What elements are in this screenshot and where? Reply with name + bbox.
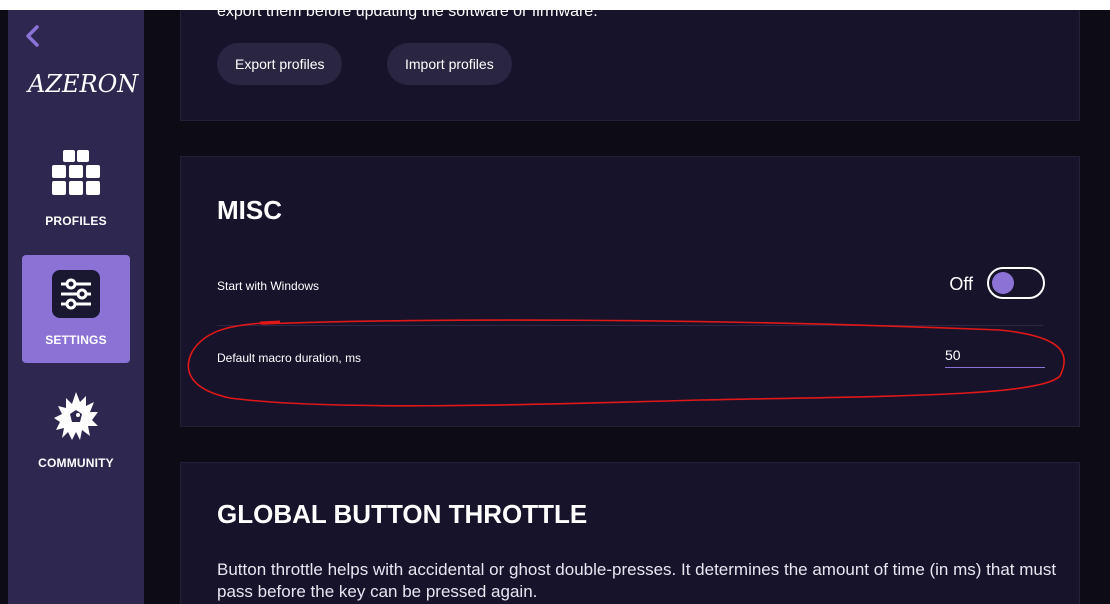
sidebar-item-profiles[interactable]: PROFILES [22,140,130,240]
import-profiles-button[interactable]: Import profiles [387,43,512,85]
grid-icon [52,150,100,195]
sidebar: AZERON PROFILES SETTINGS COMMUNITY [8,10,144,604]
profiles-backup-panel: export them before updating the software… [180,10,1080,121]
azeron-logo: AZERON [28,70,139,98]
macro-duration-input[interactable] [945,343,1045,368]
toggle-state-text: Off [949,274,973,294]
throttle-panel: GLOBAL BUTTON THROTTLE Button throttle h… [180,462,1080,604]
start-with-windows-toggle[interactable] [987,267,1045,299]
sidebar-item-label: PROFILES [45,214,107,228]
sidebar-item-label: COMMUNITY [38,456,114,470]
misc-panel: MISC Start with Windows Off Default macr… [180,156,1080,427]
app-window: AZERON PROFILES SETTINGS COMMUNITY expor… [0,10,1110,604]
throttle-description: Button throttle helps with accidental or… [217,560,1057,601]
sidebar-item-community[interactable]: COMMUNITY [22,382,130,482]
start-with-windows-label: Start with Windows [217,279,320,293]
misc-title: MISC [217,195,282,225]
macro-duration-label: Default macro duration, ms [217,351,362,365]
backup-note-text: export them before updating the software… [217,10,598,20]
dragon-icon [54,392,98,440]
sidebar-item-settings[interactable]: SETTINGS [22,255,130,363]
toggle-knob [992,272,1014,294]
export-profiles-button[interactable]: Export profiles [217,43,343,85]
back-button[interactable] [22,24,46,48]
throttle-title: GLOBAL BUTTON THROTTLE [217,499,588,529]
divider [217,325,1043,326]
sidebar-item-label: SETTINGS [45,333,107,347]
sliders-icon [52,270,100,318]
chevron-left-icon [26,25,39,47]
